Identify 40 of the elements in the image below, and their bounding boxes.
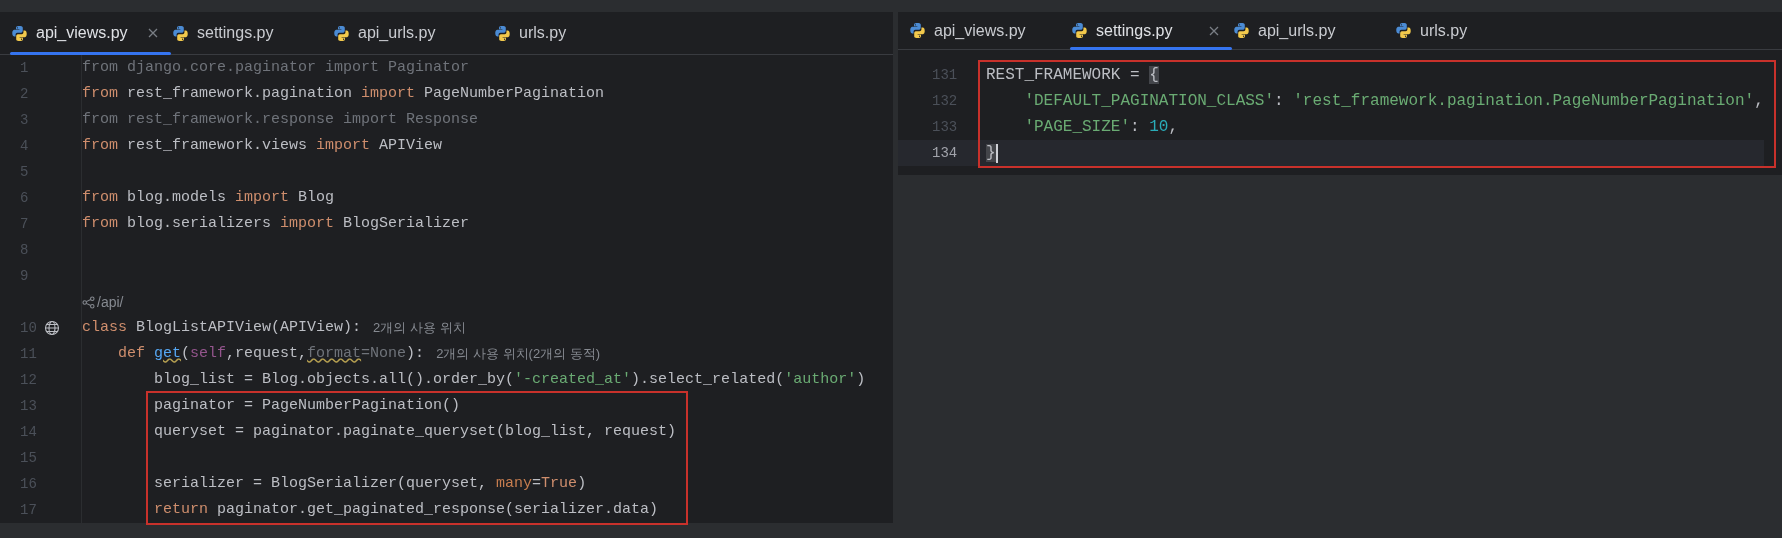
line-number: 134 <box>932 143 958 163</box>
code-line: REST_FRAMEWORK = { <box>986 65 1159 86</box>
close-icon[interactable] <box>147 27 159 39</box>
python-file-icon <box>909 22 926 39</box>
python-file-icon <box>1071 22 1088 39</box>
code-line: return paginator.get_paginated_response(serializer.data) <box>153 499 659 520</box>
python-file-icon <box>494 24 511 42</box>
python-file-icon <box>333 24 350 42</box>
globe-icon <box>44 320 60 336</box>
file-tab[interactable]: api_urls.py <box>1232 12 1394 49</box>
file-tab[interactable]: settings.py <box>171 12 332 54</box>
share-icon <box>82 295 95 309</box>
python-file-icon <box>1233 22 1250 39</box>
file-tab[interactable]: api_views.py <box>908 12 1070 49</box>
code-line: paginator = PageNumberPagination() <box>153 395 461 416</box>
file-tab[interactable]: settings.py <box>1070 12 1232 49</box>
code-line: blog_list = Blog.objects.all().order_by('-created_at').select_related('author') <box>153 369 866 390</box>
code-line: from django.core.paginator import Paginator <box>82 57 470 78</box>
code-line: class BlogListAPIView(APIView): <box>82 317 362 338</box>
file-tab[interactable]: urls.py <box>1394 12 1556 49</box>
inlay-hint: 2개의 사용 위치(2개의 동적) <box>436 345 601 364</box>
python-file-icon <box>172 24 189 42</box>
code-line: from rest_framework.pagination import PageNumberPagination <box>82 83 605 104</box>
code-line: from rest_framework.views import APIView <box>82 135 443 156</box>
inlay-hint: 2개의 사용 위치 <box>373 319 466 338</box>
code-line: 'DEFAULT_PAGINATION_CLASS': 'rest_framework.pagination.PageNumberPagination', <box>1023 91 1764 112</box>
python-file-icon <box>11 24 28 42</box>
file-tab[interactable]: urls.py <box>493 12 654 54</box>
code-line: 'PAGE_SIZE': 10, <box>1023 117 1179 138</box>
code-line: from blog.serializers import BlogSerializer <box>82 213 470 234</box>
code-line: from blog.models import Blog <box>82 187 335 208</box>
code-line: serializer = BlogSerializer(queryset, many=True) <box>153 473 587 494</box>
file-tab[interactable]: api_urls.py <box>332 12 493 54</box>
code-line: from rest_framework.response import Response <box>82 109 479 130</box>
close-icon[interactable] <box>1208 24 1220 37</box>
route-hint[interactable]: /api/ <box>97 291 124 313</box>
python-file-icon <box>1395 22 1412 39</box>
code-line: def get(self,request,format=None): <box>117 343 425 364</box>
code-line: queryset = paginator.paginate_queryset(blog_list, request) <box>153 421 677 442</box>
file-tab[interactable]: api_views.py <box>10 12 171 54</box>
